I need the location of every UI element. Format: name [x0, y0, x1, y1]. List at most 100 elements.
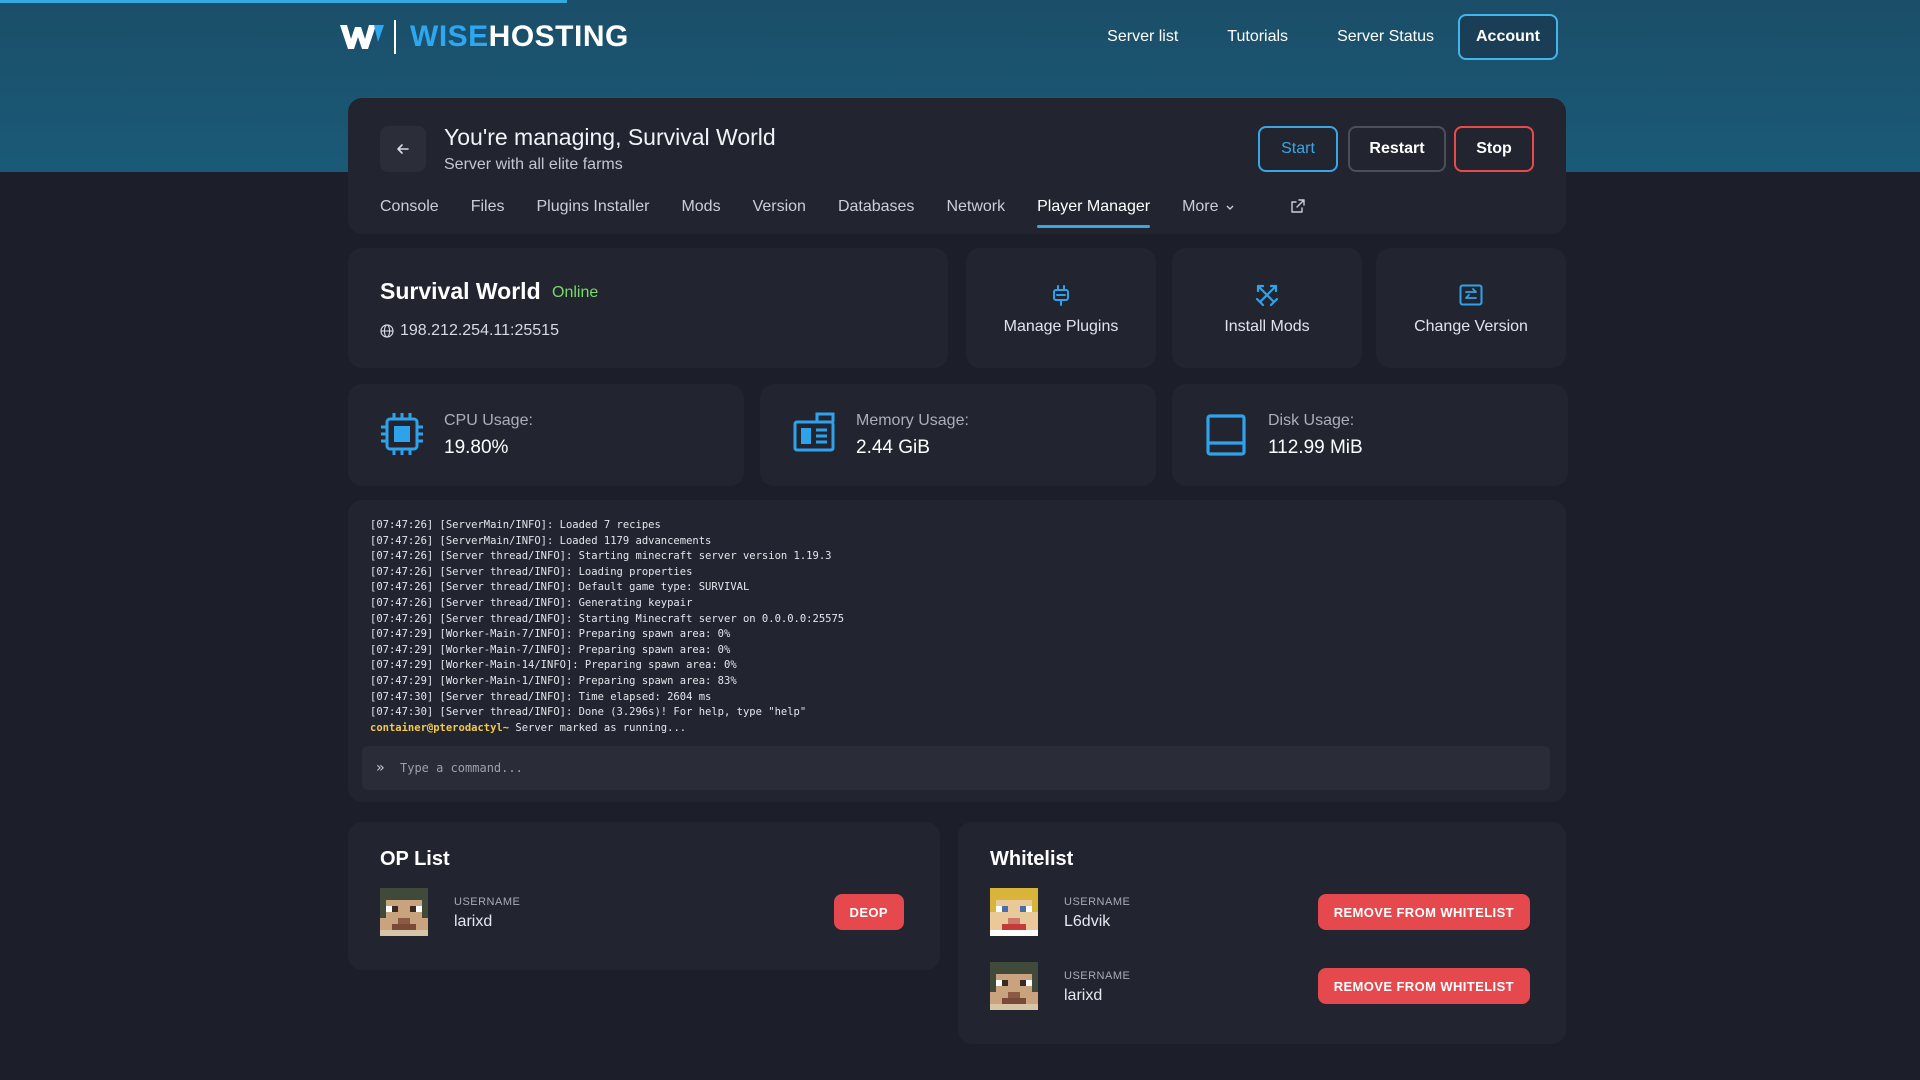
- command-bar: »: [362, 746, 1550, 790]
- server-info-card: Survival World Online 198.212.254.11:255…: [348, 248, 948, 368]
- console-status-line: container@pterodactyl~ Server marked as …: [370, 721, 844, 737]
- player-avatar: [380, 888, 428, 936]
- change-version-label: Change Version: [1414, 318, 1528, 335]
- page-title: You're managing, Survival World: [444, 124, 776, 150]
- disk-icon: [1206, 414, 1246, 456]
- console-line: [07:47:26] [Server thread/INFO]: Loading…: [370, 565, 693, 578]
- console-output: [07:47:26] [ServerMain/INFO]: Loaded 7 r…: [370, 518, 844, 736]
- op-list-panel: OP List USERNAME larixd DEOP: [348, 822, 940, 970]
- server-manage-panel: You're managing, Survival World Server w…: [348, 98, 1566, 234]
- tab-databases[interactable]: Databases: [838, 198, 915, 228]
- logo-hosting: HOSTING: [488, 20, 629, 53]
- plug-icon: [1053, 285, 1069, 306]
- whitelist-panel: Whitelist USERNAME L6dvik REMOVE FROM WH…: [958, 822, 1566, 1044]
- nav-server-status[interactable]: Server Status: [1337, 28, 1434, 46]
- crossed-swords-icon: [1255, 284, 1279, 307]
- external-link-icon[interactable]: [1290, 198, 1306, 214]
- page-subtitle: Server with all elite farms: [444, 156, 623, 173]
- tab-version[interactable]: Version: [753, 198, 806, 228]
- globe-icon: [380, 324, 394, 338]
- player-avatar: [990, 888, 1038, 936]
- logo-divider: [394, 20, 396, 54]
- memory-usage-value: 2.44 GiB: [856, 437, 930, 458]
- username: larixd: [1064, 987, 1103, 1004]
- console-line: [07:47:26] [Server thread/INFO]: Startin…: [370, 550, 832, 563]
- whitelist-title: Whitelist: [990, 848, 1074, 870]
- list-item: USERNAME L6dvik REMOVE FROM WHITELIST: [990, 888, 1534, 938]
- username: L6dvik: [1064, 913, 1111, 930]
- list-item: USERNAME larixd REMOVE FROM WHITELIST: [990, 962, 1534, 1012]
- disk-usage-card: Disk Usage: 112.99 MiB: [1172, 384, 1568, 486]
- cpu-usage-label: CPU Usage:: [444, 412, 533, 429]
- chevron-down-icon: [1226, 205, 1234, 210]
- remove-from-whitelist-button[interactable]: REMOVE FROM WHITELIST: [1317, 968, 1530, 1004]
- tab-mods[interactable]: Mods: [681, 198, 720, 228]
- tab-more-label: More: [1182, 198, 1219, 215]
- tab-console[interactable]: Console: [380, 198, 439, 228]
- disk-usage-label: Disk Usage:: [1268, 412, 1355, 429]
- username-caption: USERNAME: [1064, 970, 1131, 982]
- restart-button[interactable]: Restart: [1348, 126, 1446, 172]
- install-mods-card[interactable]: Install Mods: [1172, 248, 1362, 368]
- username-caption: USERNAME: [1064, 896, 1131, 908]
- console-panel: [07:47:26] [ServerMain/INFO]: Loaded 7 r…: [348, 500, 1566, 802]
- cpu-usage-value: 19.80%: [444, 437, 509, 458]
- tab-plugins-installer[interactable]: Plugins Installer: [536, 198, 649, 228]
- op-list-title: OP List: [380, 848, 450, 870]
- logo-w-icon: [340, 25, 384, 49]
- tab-player-manager[interactable]: Player Manager: [1037, 198, 1150, 228]
- logo-text: WISEHOSTING: [410, 20, 629, 54]
- server-ip: 198.212.254.11:25515: [400, 322, 559, 339]
- manage-plugins-card[interactable]: Manage Plugins: [966, 248, 1156, 368]
- console-line: [07:47:26] [Server thread/INFO]: Startin…: [370, 612, 845, 625]
- cpu-icon: [381, 413, 423, 455]
- start-button[interactable]: Start: [1258, 126, 1338, 172]
- nav-tutorials[interactable]: Tutorials: [1227, 28, 1288, 46]
- console-line: [07:47:26] [ServerMain/INFO]: Loaded 7 r…: [370, 519, 661, 531]
- console-line: [07:47:29] [Worker-Main-7/INFO]: Prepari…: [370, 628, 731, 641]
- disk-usage-value: 112.99 MiB: [1268, 437, 1363, 458]
- console-line: [07:47:26] [Server thread/INFO]: Default…: [370, 581, 750, 594]
- console-line: [07:47:29] [Worker-Main-14/INFO]: Prepar…: [370, 659, 737, 672]
- top-navigation: WISEHOSTING Server list Tutorials Server…: [338, 12, 1558, 62]
- player-avatar: [990, 962, 1038, 1010]
- console-line: [07:47:29] [Worker-Main-7/INFO]: Prepari…: [370, 643, 731, 656]
- console-line: [07:47:30] [Server thread/INFO]: Done (3…: [370, 706, 807, 719]
- tab-more[interactable]: More: [1182, 198, 1234, 228]
- server-address[interactable]: 198.212.254.11:25515: [380, 322, 559, 340]
- change-version-card[interactable]: Change Version: [1376, 248, 1566, 368]
- cpu-usage-card: CPU Usage: 19.80%: [348, 384, 744, 486]
- deop-button[interactable]: DEOP: [833, 894, 904, 930]
- console-line: [07:47:29] [Worker-Main-1/INFO]: Prepari…: [370, 674, 737, 687]
- account-button[interactable]: Account: [1458, 14, 1558, 60]
- memory-icon: [793, 412, 835, 452]
- back-button[interactable]: [380, 126, 426, 172]
- nav-links: Server list Tutorials Server Status Acco…: [1058, 14, 1558, 60]
- install-mods-label: Install Mods: [1224, 318, 1310, 335]
- console-line: [07:47:30] [Server thread/INFO]: Time el…: [370, 690, 712, 703]
- console-line: [07:47:26] [Server thread/INFO]: Generat…: [370, 596, 693, 609]
- username: larixd: [454, 913, 493, 930]
- tab-files[interactable]: Files: [471, 198, 505, 228]
- chevrons-right-icon: »: [376, 760, 385, 776]
- server-tabs: Console Files Plugins Installer Mods Ver…: [380, 198, 1267, 228]
- manage-plugins-label: Manage Plugins: [1003, 318, 1119, 335]
- arrow-left-icon: [397, 144, 409, 154]
- list-item: USERNAME larixd DEOP: [380, 888, 908, 938]
- console-status-message: Server marked as running...: [509, 721, 687, 734]
- console-prompt: container@pterodactyl~: [370, 721, 510, 734]
- remove-from-whitelist-button[interactable]: REMOVE FROM WHITELIST: [1317, 894, 1530, 930]
- nav-server-list[interactable]: Server list: [1107, 28, 1178, 46]
- username-caption: USERNAME: [454, 896, 521, 908]
- swap-arrows-icon: [1459, 284, 1483, 306]
- tab-network[interactable]: Network: [946, 198, 1005, 228]
- page-load-progress: [0, 0, 567, 3]
- stop-button[interactable]: Stop: [1454, 126, 1534, 172]
- status-badge: Online: [552, 284, 599, 301]
- logo[interactable]: WISEHOSTING: [338, 20, 629, 54]
- logo-wise: WISE: [410, 20, 489, 53]
- command-input[interactable]: [400, 761, 1500, 775]
- memory-usage-card: Memory Usage: 2.44 GiB: [760, 384, 1156, 486]
- server-name: Survival World: [380, 278, 541, 304]
- memory-usage-label: Memory Usage:: [856, 412, 969, 429]
